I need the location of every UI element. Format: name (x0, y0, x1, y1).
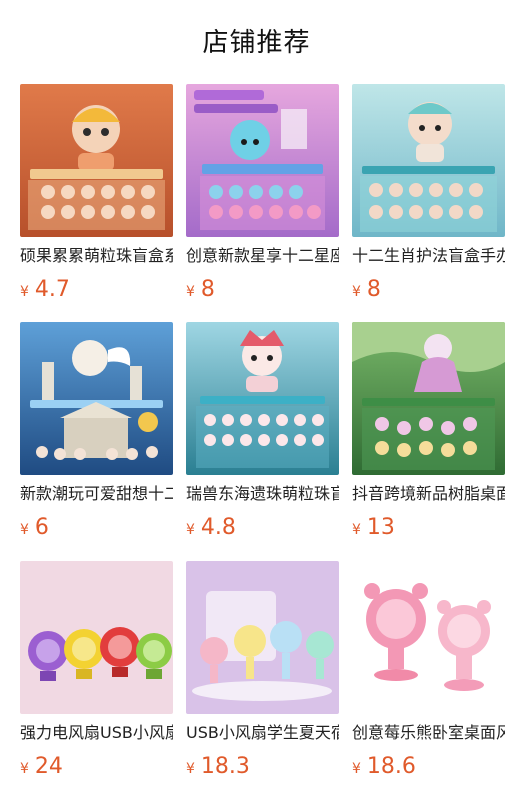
currency-symbol: ¥ (20, 284, 29, 300)
product-card[interactable]: 十二生肖护法盲盒手办 ¥8 (352, 84, 505, 305)
price-value: 4.7 (34, 277, 70, 302)
product-price: ¥8 (186, 277, 339, 305)
product-name[interactable]: 十二生肖护法盲盒手办 (352, 245, 505, 267)
product-image[interactable] (20, 561, 173, 714)
currency-symbol: ¥ (352, 522, 361, 538)
product-name[interactable]: 创意莓乐熊卧室桌面风扇 (352, 722, 505, 744)
product-image[interactable] (186, 561, 339, 714)
product-image[interactable] (186, 84, 339, 237)
product-name[interactable]: 创意新款星享十二星座盲盒 (186, 245, 339, 267)
product-image[interactable] (352, 322, 505, 475)
product-price: ¥8 (352, 277, 505, 305)
product-name[interactable]: 瑞兽东海遗珠萌粒珠盲盒 (186, 483, 339, 505)
product-card[interactable]: 硕果累累萌粒珠盲盒系列 ¥4.7 (20, 84, 173, 305)
page-title: 店铺推荐 (202, 28, 311, 58)
currency-symbol: ¥ (186, 522, 195, 538)
product-name[interactable]: USB小风扇学生夏天宿舍 (186, 722, 339, 744)
product-image[interactable] (352, 84, 505, 237)
product-name[interactable]: 硕果累累萌粒珠盲盒系列 (20, 245, 173, 267)
product-price: ¥4.8 (186, 515, 339, 543)
product-card[interactable]: 强力电风扇USB小风扇 ¥24 (20, 561, 173, 782)
currency-symbol: ¥ (186, 284, 195, 300)
product-image[interactable] (186, 322, 339, 475)
product-card[interactable]: 新款潮玩可爱甜想十二星座 ¥6 (20, 322, 173, 543)
product-name[interactable]: 强力电风扇USB小风扇 (20, 722, 173, 744)
price-value: 13 (366, 515, 395, 540)
currency-symbol: ¥ (352, 284, 361, 300)
price-value: 24 (34, 754, 63, 779)
price-value: 18.3 (200, 754, 250, 779)
product-name[interactable]: 抖音跨境新品树脂桌面摆件 (352, 483, 505, 505)
product-price: ¥18.3 (186, 754, 339, 782)
price-value: 8 (200, 277, 215, 302)
currency-symbol: ¥ (20, 522, 29, 538)
product-card[interactable]: 瑞兽东海遗珠萌粒珠盲盒 ¥4.8 (186, 322, 339, 543)
price-value: 8 (366, 277, 381, 302)
product-price: ¥13 (352, 515, 505, 543)
currency-symbol: ¥ (186, 761, 195, 777)
product-image[interactable] (20, 322, 173, 475)
product-price: ¥18.6 (352, 754, 505, 782)
product-image[interactable] (20, 84, 173, 237)
product-price: ¥4.7 (20, 277, 173, 305)
store-recommendations-page: 店铺推荐 硕果累累萌粒珠盲盒系 ¥ 4.7 创意新款星享十二星座 ¥ 8 十二生… (0, 0, 513, 800)
product-price: ¥6 (20, 515, 173, 543)
currency-symbol: ¥ (20, 761, 29, 777)
currency-symbol: ¥ (352, 761, 361, 777)
product-card[interactable]: 创意新款星享十二星座盲盒 ¥8 (186, 84, 339, 305)
product-card[interactable]: 抖音跨境新品树脂桌面摆件 ¥13 (352, 322, 505, 543)
product-card[interactable]: 创意莓乐熊卧室桌面风扇 ¥18.6 (352, 561, 505, 782)
product-image[interactable] (352, 561, 505, 714)
price-value: 18.6 (366, 754, 416, 779)
price-value: 6 (34, 515, 49, 540)
product-name[interactable]: 新款潮玩可爱甜想十二星座 (20, 483, 173, 505)
product-price: ¥24 (20, 754, 173, 782)
price-value: 4.8 (200, 515, 236, 540)
product-card[interactable]: USB小风扇学生夏天宿舍 ¥18.3 (186, 561, 339, 782)
